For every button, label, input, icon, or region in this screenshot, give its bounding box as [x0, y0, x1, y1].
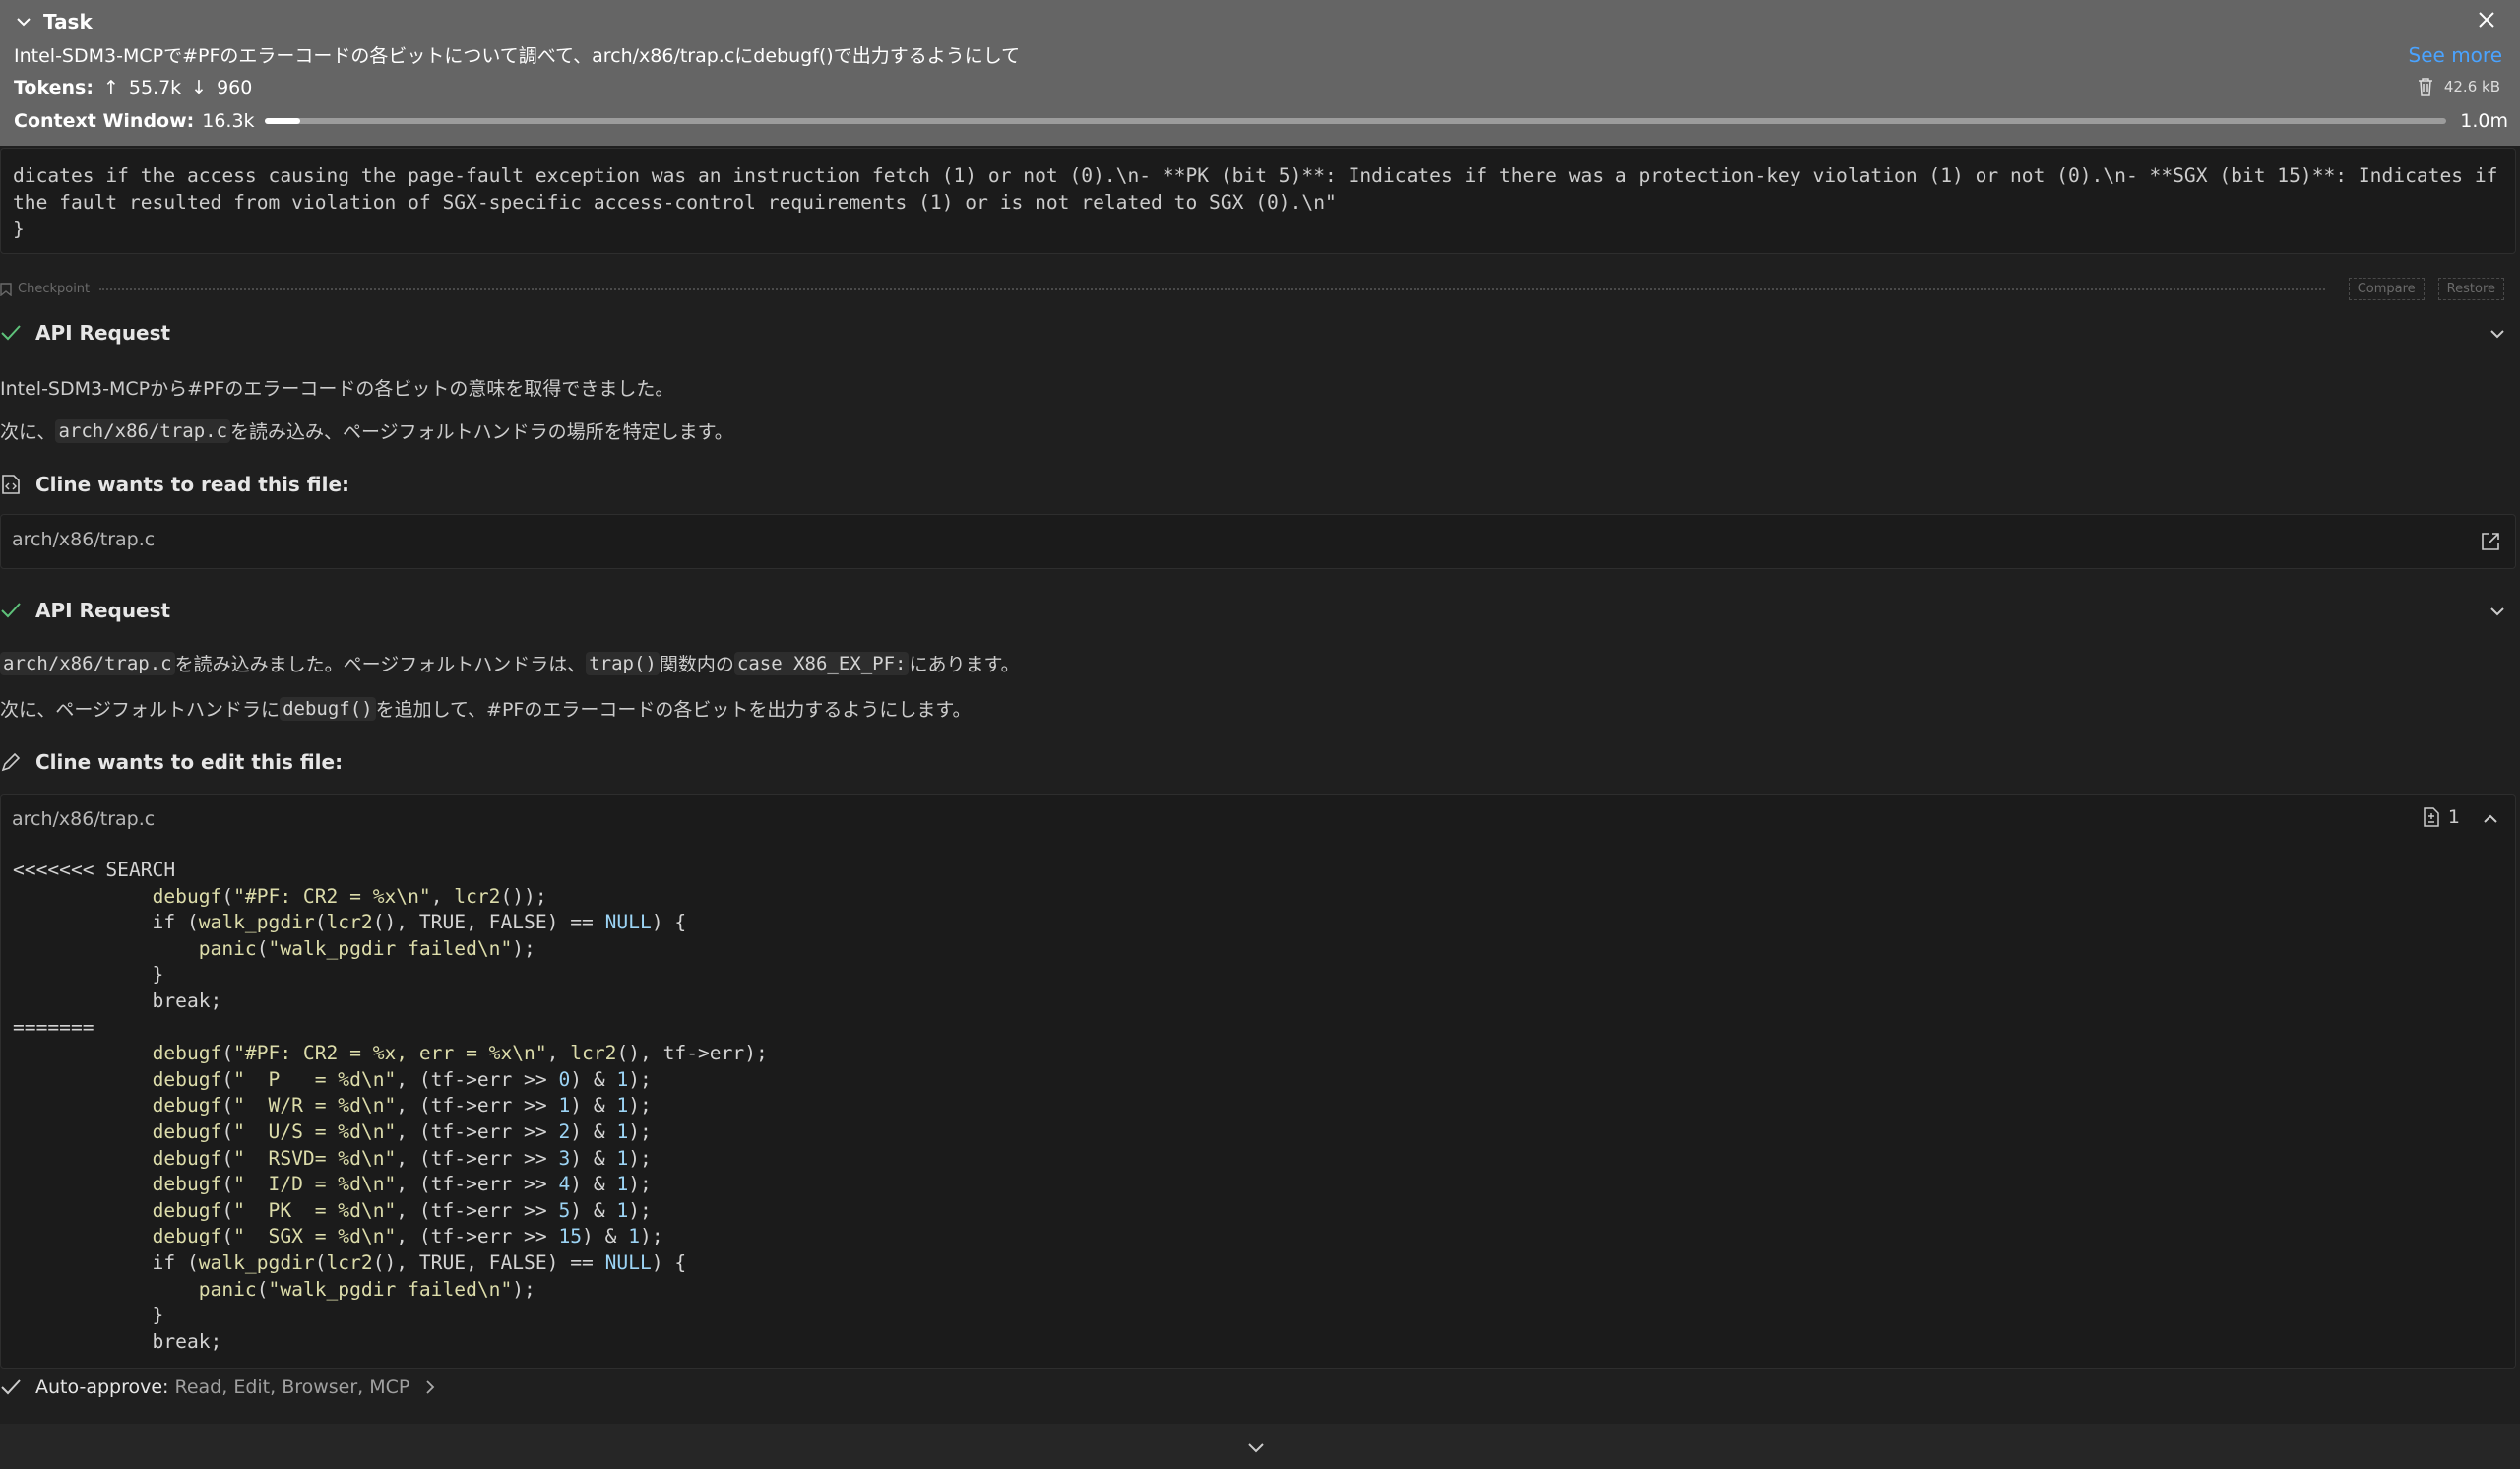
chevron-right-icon[interactable]	[423, 1378, 437, 1396]
context-bar	[264, 118, 2447, 124]
auto-approve-label: Auto-approve:	[35, 1376, 169, 1398]
api-request-header-2[interactable]: API Request	[0, 599, 170, 622]
pencil-icon	[1, 752, 21, 772]
context-used: 16.3k	[202, 110, 255, 132]
text-segment: 次に、	[0, 421, 56, 443]
context-max: 1.0m	[2460, 110, 2508, 132]
text-segment: 関数内の	[659, 654, 734, 675]
inline-code: case X86_EX_PF:	[733, 651, 910, 675]
task-title: Task	[43, 10, 93, 33]
tokens-row: Tokens: ↑ 55.7k ↓ 960	[14, 77, 252, 98]
auto-approve-row[interactable]: Auto-approve: Read, Edit, Browser, MCP	[0, 1376, 437, 1398]
code-line: debugf(" SGX = %d\n", (tf->err >> 15) & …	[152, 1225, 663, 1248]
scroll-to-bottom-bar[interactable]	[0, 1424, 2520, 1469]
arrow-up-icon: ↑	[102, 77, 119, 98]
file-diff-icon	[2424, 807, 2439, 827]
task-toggle[interactable]: Task	[14, 8, 93, 35]
arrow-down-icon: ↓	[191, 77, 208, 98]
context-bar-fill	[264, 118, 300, 124]
task-size: 42.6 kB	[2417, 77, 2500, 96]
read-file-title: Cline wants to read this file:	[35, 473, 350, 496]
file-path[interactable]: arch/x86/trap.c	[12, 529, 155, 550]
code-line: panic("walk_pgdir failed\n");	[198, 936, 536, 960]
task-description: Intel-SDM3-MCPで#PFのエラーコードの各ビットについて調べて、ar…	[14, 45, 1021, 67]
inline-code: arch/x86/trap.c	[55, 418, 231, 443]
code-line: }	[13, 963, 164, 987]
code-line: debugf(" PK = %d\n", (tf->err >> 5) & 1)…	[152, 1198, 652, 1222]
code-line: debugf(" RSVD= %d\n", (tf->err >> 3) & 1…	[152, 1146, 652, 1170]
code-line: if (walk_pgdir(lcr2(), TRUE, FALSE) == N…	[13, 911, 687, 934]
file-path[interactable]: arch/x86/trap.c	[12, 808, 155, 830]
file-code-icon	[2, 475, 20, 494]
api-request-title: API Request	[35, 599, 171, 622]
bookmark-icon	[0, 282, 12, 296]
read-file-box[interactable]: arch/x86/trap.c	[0, 514, 2516, 569]
inline-code: debugf()	[280, 696, 376, 721]
inline-code: trap()	[586, 651, 660, 675]
code-line: panic("walk_pgdir failed\n");	[198, 1277, 536, 1301]
api-request-title: API Request	[35, 321, 171, 345]
code-line: }	[13, 1304, 164, 1327]
read-file-header: Cline wants to read this file:	[0, 473, 349, 496]
open-external-icon[interactable]	[2480, 531, 2501, 552]
checkpoint-row: Checkpoint Compare Restore	[0, 278, 2504, 300]
code-line: debugf(" U/S = %d\n", (tf->err >> 2) & 1…	[152, 1119, 652, 1143]
tokens-up: 55.7k	[128, 77, 182, 98]
tokens-label: Tokens:	[14, 77, 94, 98]
text-segment: 次に、ページフォルトハンドラに	[0, 699, 281, 721]
restore-button[interactable]: Restore	[2437, 278, 2504, 300]
message-text: Intel-SDM3-MCPから#PFのエラーコードの各ビットの意味を取得できま…	[0, 378, 674, 400]
text-segment: を追加して、#PFのエラーコードの各ビットを出力するようにします。	[375, 699, 972, 721]
tokens-down: 960	[217, 77, 253, 98]
chevron-down-icon[interactable]	[1244, 1436, 1268, 1459]
task-header: Task Intel-SDM3-MCPで#PFのエラーコードの各ビットについて調…	[0, 0, 2520, 146]
message-text: 次に、 arch/x86/trap.c を読み込み、ページフォルトハンドラの場所…	[0, 417, 733, 444]
code-line: <<<<<<< SEARCH	[13, 859, 176, 881]
message-text: 次に、ページフォルトハンドラに debugf() を追加して、#PFのエラーコー…	[0, 695, 971, 722]
api-request-header-1[interactable]: API Request	[0, 321, 170, 345]
text-segment: を読み込みました。ページフォルトハンドラは、	[174, 654, 587, 675]
size-value: 42.6 kB	[2443, 78, 2500, 96]
check-icon	[1, 325, 21, 341]
chevron-down-icon[interactable]	[14, 12, 33, 32]
see-more-link[interactable]: See more	[2409, 43, 2502, 67]
code-line: debugf("#PF: CR2 = %x\n", lcr2());	[152, 884, 547, 908]
chevron-down-icon[interactable]	[2487, 323, 2508, 345]
code-line: break;	[13, 989, 222, 1012]
code-line: debugf(" W/R = %d\n", (tf->err >> 1) & 1…	[152, 1094, 652, 1118]
diff-count: 1	[2423, 806, 2460, 828]
diff-code: <<<<<<< SEARCH debugf("#PF: CR2 = %x\n",…	[13, 858, 768, 1355]
text-segment: を読み込み、ページフォルトハンドラの場所を特定します。	[230, 421, 733, 443]
text-segment: にあります。	[909, 654, 1020, 675]
trash-icon[interactable]	[2417, 77, 2434, 96]
code-line: if (walk_pgdir(lcr2(), TRUE, FALSE) == N…	[13, 1250, 687, 1274]
close-icon[interactable]	[2475, 8, 2498, 32]
check-icon	[1, 1379, 21, 1395]
tool-result-box: dicates if the access causing the page-f…	[0, 148, 2516, 254]
code-line: debugf(" I/D = %d\n", (tf->err >> 4) & 1…	[152, 1173, 652, 1196]
inline-code: arch/x86/trap.c	[0, 651, 175, 675]
context-label: Context Window:	[14, 110, 195, 132]
edit-file-title: Cline wants to edit this file:	[35, 750, 344, 774]
chevron-down-icon[interactable]	[2487, 601, 2508, 622]
code-line: break;	[13, 1329, 222, 1353]
edit-diff-box: arch/x86/trap.c 1 <<<<<<< SEARCH debugf(…	[0, 794, 2516, 1369]
diff-count-value: 1	[2447, 806, 2460, 828]
checkpoint-divider	[99, 287, 2325, 290]
edit-file-header: Cline wants to edit this file:	[0, 750, 343, 774]
auto-approve-value: Read, Edit, Browser, MCP	[174, 1376, 410, 1398]
check-icon	[1, 603, 21, 618]
checkpoint-label: Checkpoint	[18, 282, 91, 296]
message-text: arch/x86/trap.c を読み込みました。ページフォルトハンドラは、 t…	[0, 650, 1020, 676]
chevron-up-icon[interactable]	[2480, 808, 2501, 830]
compare-button[interactable]: Compare	[2348, 278, 2425, 300]
context-window-row: Context Window: 16.3k 1.0m	[14, 108, 2508, 134]
code-line: =======	[13, 1015, 94, 1039]
code-line: debugf("#PF: CR2 = %x, err = %x\n", lcr2…	[152, 1042, 768, 1065]
code-line: debugf(" P = %d\n", (tf->err >> 0) & 1);	[152, 1067, 652, 1091]
